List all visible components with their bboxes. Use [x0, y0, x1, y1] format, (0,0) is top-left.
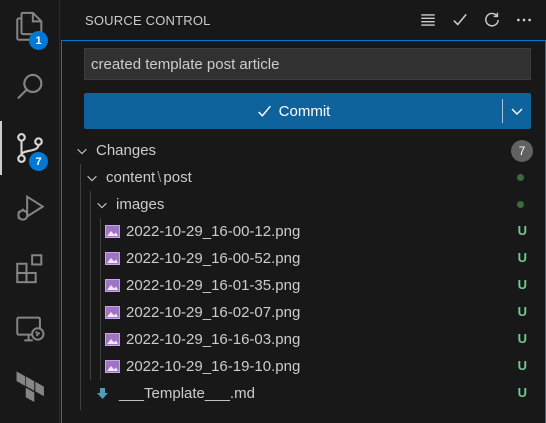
more-icon	[517, 18, 531, 22]
file-name: 2022-10-29_16-02-07.png	[126, 304, 301, 321]
activity-search[interactable]	[0, 60, 60, 114]
path-separator: \	[157, 169, 162, 186]
extensions-icon	[16, 254, 43, 284]
file-row[interactable]: 2022-10-29_16-00-52.png U	[61, 245, 546, 272]
file-row[interactable]: 2022-10-29_16-00-12.png U	[61, 218, 546, 245]
check-icon	[257, 105, 271, 117]
activity-explorer[interactable]: 1	[0, 0, 60, 54]
folder-images[interactable]: images	[61, 191, 546, 218]
file-status: U	[517, 277, 527, 292]
folder-content-post[interactable]: content \ post	[61, 164, 546, 191]
activity-extensions[interactable]	[0, 241, 60, 295]
folder-label: content \ post	[106, 169, 192, 186]
folder-status-dot	[517, 201, 524, 208]
file-row[interactable]: 2022-10-29_16-19-10.png U	[61, 353, 546, 380]
file-name: 2022-10-29_16-00-52.png	[126, 250, 301, 267]
image-file-icon	[104, 252, 120, 266]
remote-explorer-icon	[16, 316, 45, 342]
commit-dropdown-button[interactable]	[503, 93, 531, 129]
commit-button-label: Commit	[278, 102, 331, 120]
file-name: ___Template___.md	[119, 385, 255, 402]
activity-bar: 1 7	[0, 0, 60, 423]
image-file-icon	[104, 306, 120, 320]
terraform-icon	[16, 371, 44, 403]
markdown-file-icon	[94, 387, 110, 401]
commit-check-icon	[453, 13, 467, 26]
file-status: U	[517, 223, 527, 238]
file-row[interactable]: 2022-10-29_16-16-03.png U	[61, 326, 546, 353]
chevron-down-icon	[94, 197, 110, 213]
folder-path-part: post	[163, 169, 192, 186]
refresh-button[interactable]	[480, 8, 504, 32]
header-actions	[416, 8, 536, 32]
file-name: 2022-10-29_16-00-12.png	[126, 223, 301, 240]
panel-header: SOURCE CONTROL	[61, 0, 546, 40]
chevron-down-icon	[84, 170, 100, 186]
activity-run-debug[interactable]	[0, 181, 60, 235]
file-status: U	[517, 358, 527, 373]
changes-group[interactable]: Changes 7	[61, 137, 546, 164]
source-control-panel: SOURCE CONTROL created template post art…	[61, 0, 546, 423]
activity-remote-explorer[interactable]	[0, 302, 60, 356]
chevron-down-icon	[511, 108, 523, 115]
file-status: U	[517, 304, 527, 319]
commit-message-input[interactable]	[84, 48, 531, 80]
folder-status-dot	[517, 174, 524, 181]
commit-header-button[interactable]	[448, 8, 472, 32]
file-name: 2022-10-29_16-01-35.png	[126, 277, 301, 294]
panel-title: SOURCE CONTROL	[85, 12, 211, 28]
image-file-icon	[104, 279, 120, 293]
file-status: U	[517, 385, 527, 400]
commit-button[interactable]: Commit	[84, 93, 502, 129]
image-file-icon	[104, 360, 120, 374]
activity-source-control[interactable]: 7	[0, 121, 60, 175]
file-status: U	[517, 331, 527, 346]
image-file-icon	[104, 225, 120, 239]
list-view-icon	[421, 14, 435, 26]
scm-badge: 7	[29, 152, 48, 171]
view-as-list-button[interactable]	[416, 8, 440, 32]
file-row[interactable]: 2022-10-29_16-02-07.png U	[61, 299, 546, 326]
activity-terraform[interactable]	[0, 360, 60, 414]
image-file-icon	[104, 333, 120, 347]
search-icon	[17, 73, 43, 100]
changes-label: Changes	[96, 142, 157, 159]
file-name: 2022-10-29_16-16-03.png	[126, 331, 301, 348]
changes-count-badge: 7	[511, 140, 533, 162]
file-name: 2022-10-29_16-19-10.png	[126, 358, 301, 375]
refresh-icon	[485, 12, 499, 27]
file-status: U	[517, 250, 527, 265]
commit-button-group: Commit	[84, 93, 531, 129]
file-row[interactable]: ___Template___.md U	[61, 380, 546, 407]
folder-label: images	[116, 196, 165, 213]
file-row[interactable]: 2022-10-29_16-01-35.png U	[61, 272, 546, 299]
more-actions-button[interactable]	[512, 8, 536, 32]
folder-path-part: content	[106, 169, 156, 186]
run-debug-icon	[17, 194, 45, 221]
chevron-down-icon	[74, 143, 90, 159]
explorer-badge: 1	[29, 31, 48, 50]
